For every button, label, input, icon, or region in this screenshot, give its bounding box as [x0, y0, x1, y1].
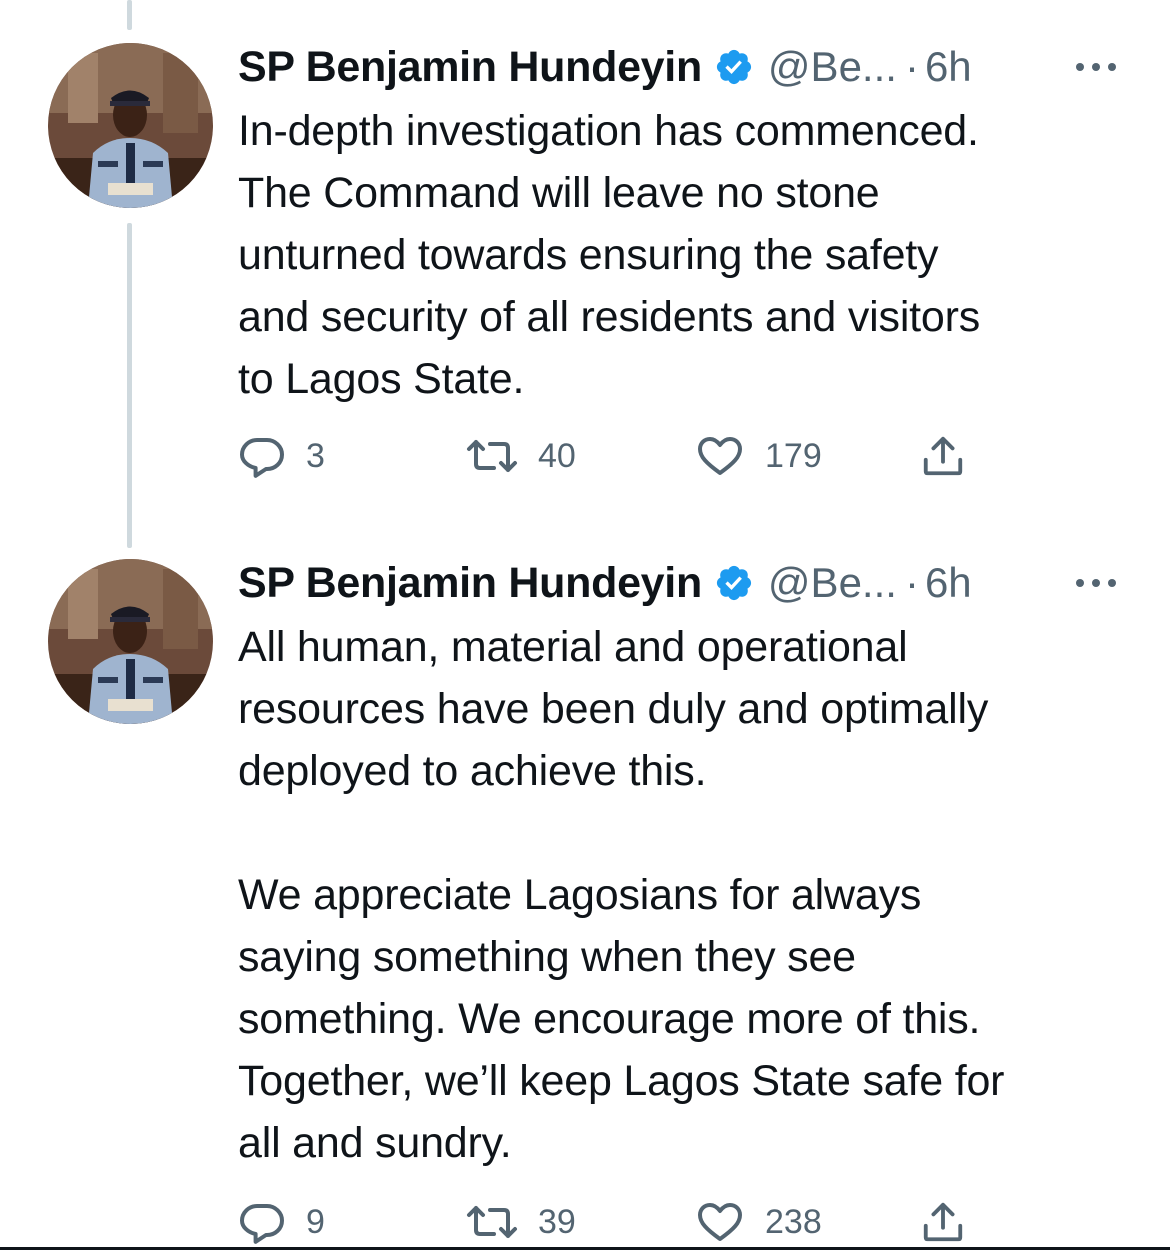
heart-icon — [698, 1203, 742, 1241]
author-name[interactable]: SP Benjamin Hundeyin — [238, 43, 702, 92]
tweet-text: All human, material and operational reso… — [238, 623, 1005, 1167]
author-handle[interactable]: @Be... — [768, 43, 897, 91]
retweet-button[interactable]: 39 — [466, 1198, 576, 1246]
timestamp[interactable]: 6h — [925, 559, 972, 607]
share-icon — [923, 436, 963, 476]
like-button[interactable]: 238 — [695, 1198, 822, 1246]
like-count: 238 — [765, 1202, 822, 1241]
reply-count: 3 — [306, 436, 325, 475]
avatar[interactable] — [48, 559, 213, 724]
like-count: 179 — [765, 436, 822, 475]
share-icon — [923, 1202, 963, 1242]
reply-button[interactable]: 3 — [238, 432, 325, 480]
author-name[interactable]: SP Benjamin Hundeyin — [238, 559, 702, 608]
retweet-count: 39 — [538, 1202, 576, 1241]
reply-button[interactable]: 9 — [238, 1198, 325, 1246]
share-button[interactable] — [920, 1198, 966, 1246]
more-icon[interactable] — [1072, 57, 1120, 77]
author-handle[interactable]: @Be... — [768, 559, 897, 607]
timestamp[interactable]: 6h — [925, 43, 972, 91]
reply-icon — [240, 1204, 284, 1244]
like-button[interactable]: 179 — [695, 432, 822, 480]
verified-badge-icon — [716, 49, 752, 85]
separator-dot: · — [904, 43, 919, 90]
share-button[interactable] — [920, 432, 966, 480]
heart-icon — [698, 437, 742, 475]
tweet[interactable]: SP Benjamin Hundeyin @Be... · 6h All hum… — [0, 548, 1170, 1250]
tweet-header: SP Benjamin Hundeyin @Be... · 6h — [238, 42, 972, 92]
retweet-icon — [467, 440, 517, 472]
retweet-button[interactable]: 40 — [466, 432, 576, 480]
tweet-text: In-depth investigation has commenced. Th… — [238, 107, 981, 403]
retweet-icon — [467, 1206, 517, 1238]
tweet[interactable]: SP Benjamin Hundeyin @Be... · 6h In-dept… — [0, 0, 1170, 540]
retweet-count: 40 — [538, 436, 576, 475]
verified-badge-icon — [716, 565, 752, 601]
avatar[interactable] — [48, 43, 213, 208]
separator-dot: · — [904, 559, 919, 606]
tweet-header: SP Benjamin Hundeyin @Be... · 6h — [238, 558, 972, 608]
reply-count: 9 — [306, 1202, 325, 1241]
reply-icon — [240, 438, 284, 478]
more-icon[interactable] — [1072, 573, 1120, 593]
